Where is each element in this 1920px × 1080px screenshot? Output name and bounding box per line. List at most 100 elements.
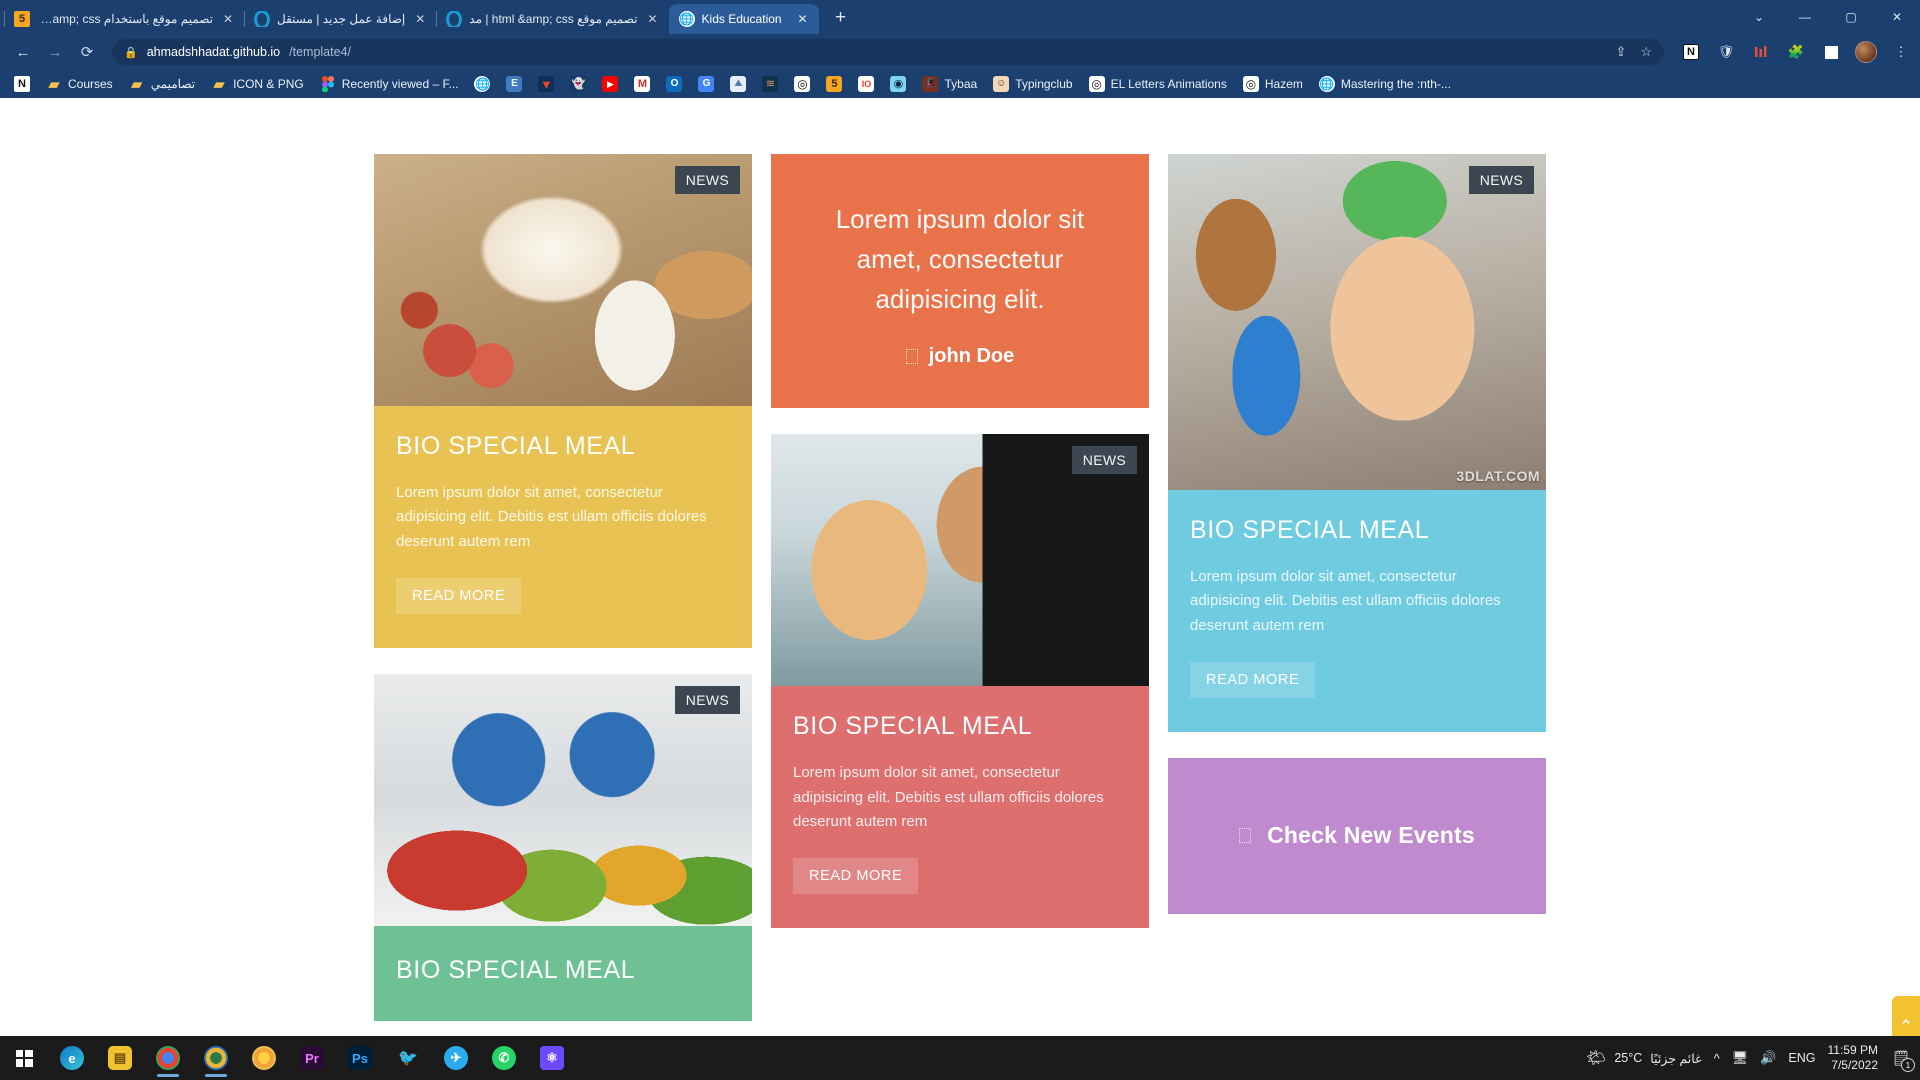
close-icon[interactable]: ✕ — [220, 11, 236, 27]
taskbar-app-photoshop[interactable]: Ps — [336, 1036, 384, 1080]
browser-window: 5 تصميم موقع باستخدام html &amp; css ✕ إ… — [0, 0, 1920, 1080]
bookmark-label: Tybaa — [944, 77, 978, 91]
bookmark-item[interactable]: 5 — [818, 73, 850, 95]
url-path: /template4/ — [289, 45, 351, 59]
bookmark-item[interactable]: 🎩 Tybaa — [914, 73, 985, 95]
forward-icon[interactable]: → — [40, 37, 70, 67]
taskbar-app-twitter[interactable]: 🐦 — [384, 1036, 432, 1080]
events-block[interactable]: Check New Events — [1168, 758, 1546, 914]
status-badge: NEWS — [674, 685, 740, 714]
gmail-icon: M — [634, 76, 651, 92]
square-icon[interactable] — [1820, 41, 1842, 63]
close-icon[interactable]: ✕ — [795, 11, 811, 27]
card-bio-special-meal-vegetables[interactable]: NEWS BIO SPECIAL MEAL — [374, 673, 752, 1021]
share-icon[interactable]: ⇪ — [1615, 44, 1626, 60]
minimize-button[interactable]: — — [1782, 0, 1828, 34]
taskbar-app-telegram[interactable]: ✈ — [432, 1036, 480, 1080]
browser-tab-4-active[interactable]: 🌐 Kids Education ✕ — [668, 4, 819, 34]
read-more-button[interactable]: READ MORE — [793, 858, 919, 895]
kebab-menu-icon[interactable]: ⋮ — [1890, 41, 1912, 63]
card-body: BIO SPECIAL MEAL Lorem ipsum dolor sit a… — [1168, 490, 1546, 732]
back-icon[interactable]: ← — [8, 37, 38, 67]
taskbar-app-explorer[interactable]: ▤ — [96, 1036, 144, 1080]
bookmark-label: Hazem — [1264, 77, 1303, 91]
notifications-icon[interactable]: 🗒 1 — [1890, 1047, 1915, 1072]
bookmark-item[interactable]: ◎ Hazem — [1235, 73, 1311, 95]
chevron-up-icon[interactable]: ^ — [1714, 1051, 1720, 1066]
browser-tab-2[interactable]: إضافة عمل جديد | مستقل ✕ — [244, 4, 436, 34]
profile-avatar[interactable] — [1855, 41, 1877, 63]
close-window-button[interactable]: ✕ — [1874, 0, 1920, 34]
read-more-button[interactable]: READ MORE — [396, 577, 522, 614]
taskbar-app-edge[interactable]: e — [48, 1036, 96, 1080]
bookmark-item[interactable]: ☺ Typingclub — [985, 73, 1080, 95]
close-icon[interactable]: ✕ — [645, 11, 661, 27]
bookmark-item[interactable]: 🌐 Mastering the :nth-... — [1311, 73, 1459, 95]
tab-search-icon[interactable]: ⌄ — [1736, 0, 1782, 34]
volume-icon[interactable]: 🔊 — [1760, 1050, 1776, 1066]
card-check-new-events[interactable]: Check New Events — [1168, 757, 1546, 914]
weather-widget[interactable]: 🌤 25°C غائم جزئيًا — [1586, 1048, 1702, 1068]
taskbar-app-chrome-canary[interactable] — [240, 1036, 288, 1080]
url-host: ahmadshhadat.github.io — [146, 45, 281, 59]
card-image: NEWS — [771, 434, 1149, 687]
card-bio-special-meal-piano[interactable]: NEWS BIO SPECIAL MEAL Lorem ipsum dolor … — [771, 434, 1149, 929]
notion-icon[interactable]: N — [1680, 41, 1702, 63]
bookmark-item[interactable]: ◎ EL Letters Animations — [1081, 73, 1235, 95]
bookmark-item[interactable]: ≋ — [754, 73, 786, 95]
bookmark-item[interactable]: 🌐 — [466, 73, 498, 95]
bookmark-item[interactable]: IO — [850, 73, 882, 95]
quote-author: john Doe — [811, 345, 1109, 368]
taskbar-app-whatsapp[interactable]: ✆ — [480, 1036, 528, 1080]
card-title: BIO SPECIAL MEAL — [1190, 516, 1430, 544]
reload-icon[interactable]: ⟳ — [72, 37, 102, 67]
status-badge: NEWS — [674, 166, 740, 194]
shield-icon[interactable]: 🛡 — [1715, 41, 1737, 63]
bookmark-item[interactable]: E — [498, 73, 530, 95]
taskbar-app-chrome-dev[interactable] — [192, 1036, 240, 1080]
bookmark-item[interactable]: G — [690, 73, 722, 95]
bookmark-item[interactable]: Recently viewed – F... — [312, 73, 467, 95]
star-icon[interactable]: ☆ — [1640, 44, 1652, 60]
card-bio-special-meal-party[interactable]: NEWS 3DLAT.COM BIO SPECIAL MEAL Lorem ip… — [1168, 154, 1546, 732]
network-icon[interactable]: 🖥 — [1732, 1050, 1749, 1066]
close-icon[interactable]: ✕ — [412, 11, 428, 27]
missing-glyph-box-icon — [1239, 828, 1252, 844]
taskbar-app-premiere[interactable]: Pr — [288, 1036, 336, 1080]
folder-icon: ▰ — [48, 76, 60, 92]
bookmark-item[interactable]: ▰ تصاميمي — [121, 73, 203, 95]
address-bar[interactable]: 🔒 ahmadshhadat.github.io /template4/ ⇪ ☆ — [112, 39, 1664, 65]
card-text: Lorem ipsum dolor sit amet, consectetur … — [1190, 568, 1501, 634]
browser-tab-1[interactable]: 5 تصميم موقع باستخدام html &amp; css ✕ — [4, 4, 244, 34]
taskbar-app-chrome[interactable] — [144, 1036, 192, 1080]
bookmark-item[interactable]: ▶ — [594, 73, 626, 95]
bookmark-item[interactable]: N — [6, 73, 38, 95]
bookmark-item[interactable]: ◉ — [882, 73, 914, 95]
bookmark-item[interactable]: 👻 — [562, 73, 594, 95]
extensions-icon[interactable]: 🧩 — [1785, 41, 1807, 63]
bookmark-item[interactable]: ◎ — [786, 73, 818, 95]
card-body: BIO SPECIAL MEAL Lorem ipsum dolor sit a… — [771, 686, 1149, 928]
temperature-label: 25°C — [1614, 1051, 1643, 1065]
folder-icon: ▰ — [130, 76, 143, 92]
bookmark-item[interactable]: ▰ ICON & PNG — [203, 73, 312, 95]
bookmark-item[interactable]: ⛰ — [722, 73, 754, 95]
browser-tab-3[interactable]: تصميم موقع html &amp; css | مد ✕ — [436, 4, 668, 34]
language-indicator[interactable]: ENG — [1788, 1051, 1815, 1065]
clock[interactable]: 11:59 PM 7/5/2022 — [1828, 1043, 1878, 1073]
card-image: NEWS 3DLAT.COM — [1168, 154, 1546, 490]
bookmark-item[interactable]: ▼ — [530, 73, 562, 95]
bookmark-item[interactable]: ▰ Courses — [38, 73, 121, 95]
quote-block: Lorem ipsum dolor sit amet, consectetur … — [771, 154, 1149, 408]
hat-icon: 🎩 — [922, 76, 939, 92]
v-icon: ▼ — [538, 76, 555, 92]
card-bio-special-meal-baking[interactable]: NEWS BIO SPECIAL MEAL Lorem ipsum dolor … — [374, 154, 752, 648]
new-tab-button[interactable]: + — [827, 4, 855, 32]
taskbar-app-proton[interactable]: ⚛ — [528, 1036, 576, 1080]
start-button[interactable] — [0, 1036, 48, 1080]
read-more-button[interactable]: READ MORE — [1190, 661, 1316, 698]
bookmark-item[interactable]: M — [626, 73, 658, 95]
maximize-button[interactable]: ▢ — [1828, 0, 1874, 34]
equalizer-icon[interactable] — [1750, 41, 1772, 63]
bookmark-item[interactable]: O — [658, 73, 690, 95]
